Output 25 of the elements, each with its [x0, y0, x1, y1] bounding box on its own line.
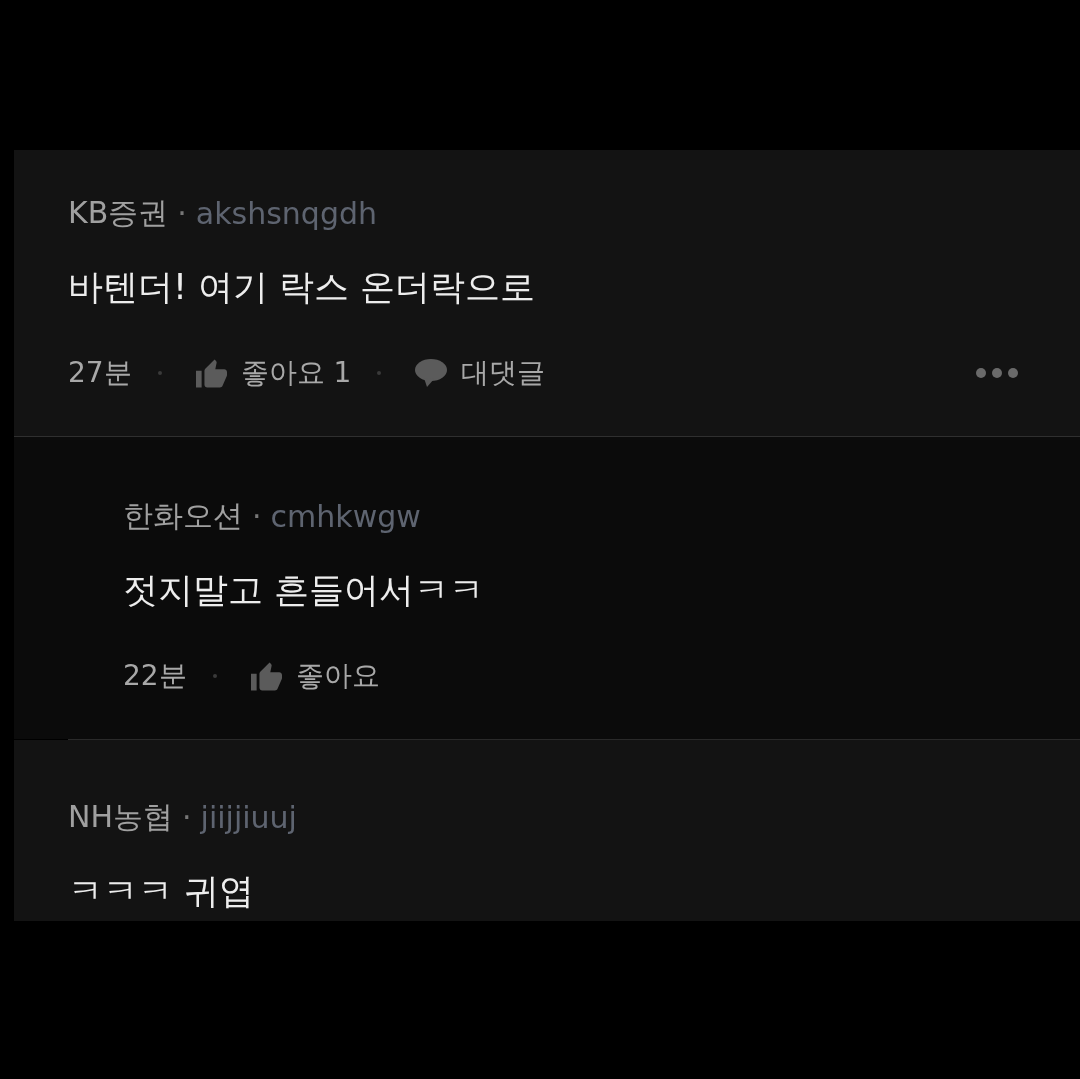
more-button[interactable]	[976, 368, 1018, 378]
like-button[interactable]: 좋아요	[250, 657, 380, 695]
dot-icon	[377, 371, 382, 375]
dot-icon	[212, 674, 217, 678]
thumbs-up-icon	[250, 661, 282, 691]
comment-text: 바텐더! 여기 락스 온더락으로	[68, 266, 536, 309]
name-separator: ·	[177, 195, 187, 231]
more-icon	[976, 368, 1018, 378]
thumbs-up-icon	[195, 358, 227, 388]
speech-bubble-icon	[415, 359, 448, 387]
author-name: 한화오션	[123, 496, 243, 535]
name-separator: ·	[182, 799, 192, 835]
comment-time: 22분	[123, 658, 187, 694]
reply-button[interactable]: 대댓글	[415, 354, 546, 392]
user-handle: jiijjiuuj	[200, 799, 297, 835]
comment-text: ㅋㅋㅋ 귀엽	[68, 870, 255, 913]
author-name: NH농협	[68, 797, 173, 836]
author-name: KB증권	[68, 193, 169, 232]
user-handle: akshsnqgdh	[195, 195, 377, 231]
name-separator: ·	[252, 498, 262, 534]
like-button[interactable]: 좋아요 1	[195, 354, 352, 392]
user-handle: cmhkwgw	[270, 498, 421, 534]
dot-icon	[157, 371, 162, 375]
comment-time: 27분	[68, 355, 132, 391]
comment-text: 젓지말고 흔들어서ㅋㅋ	[123, 569, 485, 612]
